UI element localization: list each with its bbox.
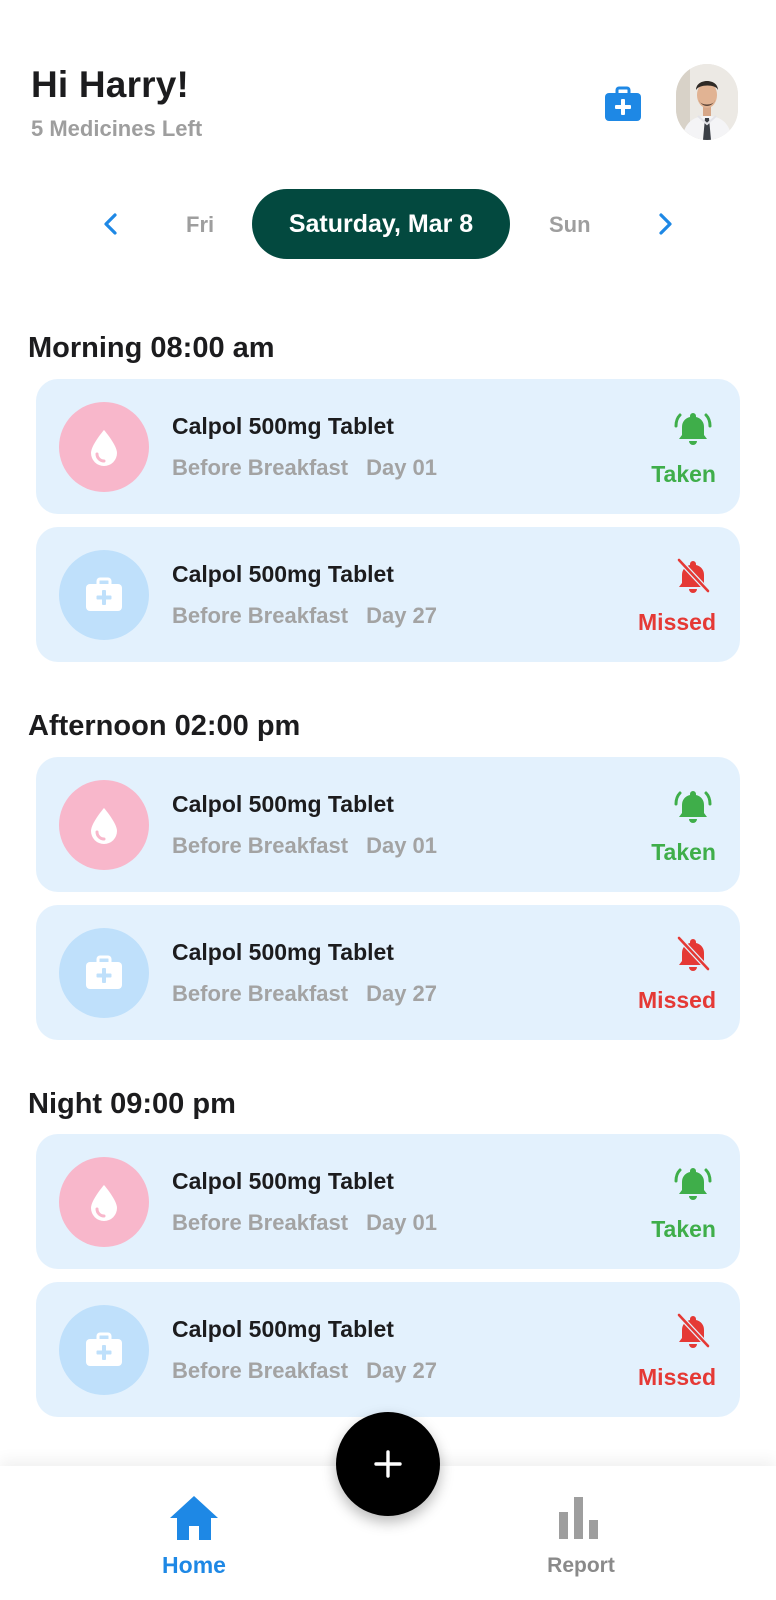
bell-ringing-icon bbox=[674, 413, 712, 445]
chevron-left-icon[interactable] bbox=[96, 208, 128, 240]
medicine-name: Calpol 500mg Tablet bbox=[172, 791, 394, 817]
medicine-name: Calpol 500mg Tablet bbox=[172, 1316, 394, 1342]
next-day[interactable]: Sun bbox=[549, 212, 591, 238]
dose-timing: Before Breakfast bbox=[172, 603, 349, 628]
plus-icon bbox=[374, 1450, 402, 1478]
medicine-icon-circle bbox=[59, 928, 149, 1018]
dose-card[interactable]: Calpol 500mg Tablet Before Breakfast Day … bbox=[36, 1134, 740, 1269]
dose-card[interactable]: Calpol 500mg Tablet Before Breakfast Day … bbox=[36, 1282, 740, 1417]
medicine-name: Calpol 500mg Tablet bbox=[172, 1168, 394, 1194]
nav-report[interactable]: Report bbox=[521, 1494, 641, 1594]
dose-timing: Before Breakfast bbox=[172, 981, 349, 1006]
medicine-name: Calpol 500mg Tablet bbox=[172, 939, 394, 965]
bell-ringing-icon bbox=[674, 791, 712, 823]
date-selector: Fri Saturday, Mar 8 Sun bbox=[0, 188, 776, 260]
previous-day[interactable]: Fri bbox=[186, 212, 214, 238]
add-medicine-button[interactable] bbox=[336, 1412, 440, 1516]
home-icon bbox=[170, 1496, 218, 1540]
dose-day: Day 01 bbox=[366, 455, 438, 480]
drop-icon bbox=[91, 1185, 117, 1221]
greeting-title: Hi Harry! bbox=[31, 64, 190, 105]
dose-details: Before Breakfast Day 01 bbox=[172, 1210, 437, 1236]
section-title: Night 09:00 pm bbox=[28, 1088, 236, 1120]
dose-details: Before Breakfast Day 27 bbox=[172, 981, 437, 1007]
dose-timing: Before Breakfast bbox=[172, 833, 349, 858]
dose-card[interactable]: Calpol 500mg Tablet Before Breakfast Day … bbox=[36, 905, 740, 1040]
bell-off-icon bbox=[677, 1313, 710, 1348]
bell-off-icon bbox=[677, 558, 710, 593]
drop-icon bbox=[91, 808, 117, 844]
dose-card[interactable]: Calpol 500mg Tablet Before Breakfast Day … bbox=[36, 757, 740, 892]
dose-details: Before Breakfast Day 01 bbox=[172, 833, 437, 859]
dose-day: Day 27 bbox=[366, 1358, 438, 1383]
dose-card[interactable]: Calpol 500mg Tablet Before Breakfast Day … bbox=[36, 527, 740, 662]
medicine-icon-circle bbox=[59, 780, 149, 870]
drop-icon bbox=[91, 430, 117, 466]
selected-day-pill[interactable]: Saturday, Mar 8 bbox=[252, 189, 510, 259]
dose-day: Day 27 bbox=[366, 981, 438, 1006]
avatar[interactable] bbox=[676, 64, 738, 140]
dose-details: Before Breakfast Day 01 bbox=[172, 455, 437, 481]
bar-chart-icon bbox=[559, 1497, 598, 1539]
medical-kit-icon bbox=[86, 955, 122, 989]
medical-kit-icon[interactable] bbox=[603, 84, 643, 124]
dose-timing: Before Breakfast bbox=[172, 1210, 349, 1235]
section-title: Afternoon 02:00 pm bbox=[28, 710, 301, 742]
medicine-icon-circle bbox=[59, 1305, 149, 1395]
dose-details: Before Breakfast Day 27 bbox=[172, 603, 437, 629]
medicine-schedule: Morning 08:00 am Calpol 500mg Tablet Bef… bbox=[0, 300, 776, 1430]
dose-day: Day 01 bbox=[366, 833, 438, 858]
nav-home[interactable]: Home bbox=[134, 1494, 254, 1594]
chevron-right-icon[interactable] bbox=[648, 208, 680, 240]
nav-report-label: Report bbox=[547, 1554, 615, 1577]
status-badge: Missed bbox=[638, 1364, 716, 1390]
medicine-name: Calpol 500mg Tablet bbox=[172, 561, 394, 587]
dose-day: Day 01 bbox=[366, 1210, 438, 1235]
bell-ringing-icon bbox=[674, 1168, 712, 1200]
status-badge: Taken bbox=[651, 461, 716, 487]
bell-off-icon bbox=[677, 936, 710, 971]
medical-kit-icon bbox=[86, 1332, 122, 1366]
status-badge: Taken bbox=[651, 1216, 716, 1242]
status-badge: Missed bbox=[638, 987, 716, 1013]
dose-card[interactable]: Calpol 500mg Tablet Before Breakfast Day … bbox=[36, 379, 740, 514]
header: Hi Harry! 5 Medicines Left bbox=[0, 0, 776, 170]
dose-timing: Before Breakfast bbox=[172, 455, 349, 480]
dose-details: Before Breakfast Day 27 bbox=[172, 1358, 437, 1384]
medicine-name: Calpol 500mg Tablet bbox=[172, 413, 394, 439]
nav-home-label: Home bbox=[162, 1552, 226, 1578]
status-badge: Taken bbox=[651, 839, 716, 865]
status-badge: Missed bbox=[638, 609, 716, 635]
medicines-left-count: 5 Medicines Left bbox=[31, 116, 203, 141]
medicine-icon-circle bbox=[59, 1157, 149, 1247]
section-title: Morning 08:00 am bbox=[28, 332, 275, 364]
medical-kit-icon bbox=[86, 577, 122, 611]
dose-day: Day 27 bbox=[366, 603, 438, 628]
user-avatar-photo bbox=[676, 64, 738, 140]
medicine-icon-circle bbox=[59, 550, 149, 640]
medicine-icon-circle bbox=[59, 402, 149, 492]
dose-timing: Before Breakfast bbox=[172, 1358, 349, 1383]
